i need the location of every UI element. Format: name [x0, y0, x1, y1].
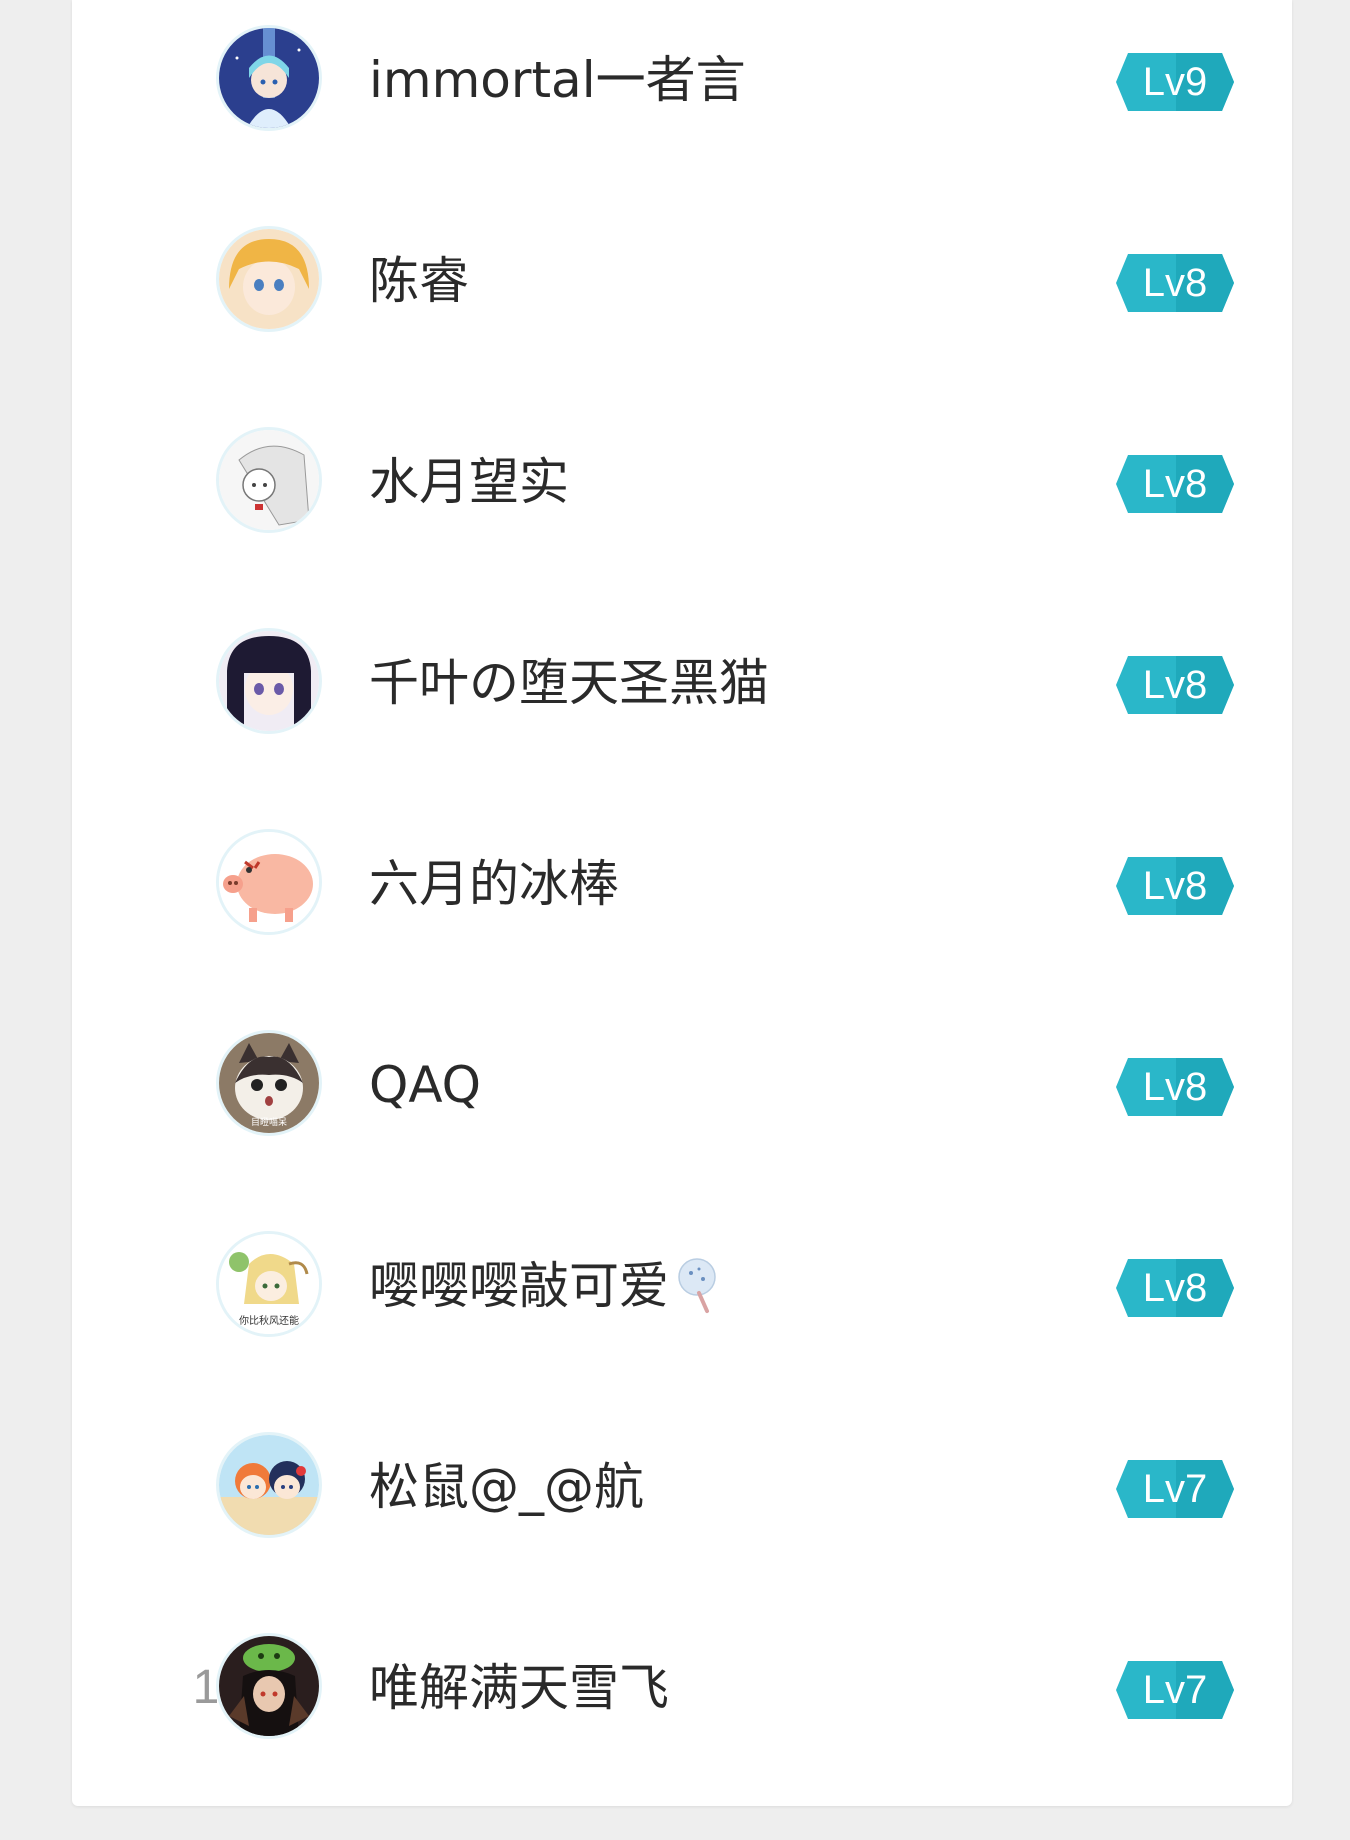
leaderboard-row[interactable]: 9 松鼠@_@航 Lv7 [72, 1394, 1292, 1594]
username[interactable]: 嘤嘤嘤敲可爱 [369, 1251, 721, 1321]
leaderboard-row[interactable]: 4 水月望实 Lv8 [72, 389, 1292, 589]
avatar-caption: 目瞪喵呆 [251, 1116, 287, 1128]
avatar-caption: 你比秋风还能 [239, 1314, 299, 1327]
level-text: Lv7 [1142, 1668, 1208, 1712]
level-badge: Lv8 [1116, 455, 1234, 513]
level-text: Lv8 [1142, 1266, 1208, 1310]
chibi-character-avatar-icon: 你比秋风还能 [219, 1234, 319, 1334]
hand-fan-icon [677, 1257, 721, 1315]
level-badge: Lv7 [1116, 1460, 1234, 1518]
leaderboard-row[interactable]: 5 千叶の堕天圣黑猫 Lv8 [72, 590, 1292, 790]
two-chibi-kids-avatar-icon [219, 1435, 319, 1535]
leaderboard-row[interactable]: 6 六月的冰棒 Lv8 [72, 791, 1292, 991]
leaderboard-row[interactable]: 8 你比秋风还能 嘤嘤嘤敲可爱 [72, 1193, 1292, 1393]
avatar[interactable] [216, 427, 322, 533]
avatar[interactable] [216, 1432, 322, 1538]
level-badge: Lv8 [1116, 857, 1234, 915]
username-text: 嘤嘤嘤敲可爱 [369, 1257, 669, 1315]
level-text: Lv9 [1142, 60, 1208, 104]
username[interactable]: 六月的冰棒 [369, 849, 619, 919]
leaderboard-row[interactable]: 10 唯解满天雪飞 Lv7 [72, 1595, 1292, 1795]
level-badge: Lv8 [1116, 254, 1234, 312]
username[interactable]: 唯解满天雪飞 [369, 1653, 669, 1723]
level-badge: Lv7 [1116, 1661, 1234, 1719]
level-text: Lv8 [1142, 864, 1208, 908]
dark-fantasy-girl-avatar-icon [219, 1636, 319, 1736]
username[interactable]: 陈睿 [369, 246, 469, 316]
avatar[interactable]: 目瞪喵呆 [216, 1030, 322, 1136]
leaderboard-row[interactable]: 3 陈睿 Lv8 [72, 188, 1292, 388]
level-badge: Lv8 [1116, 1058, 1234, 1116]
level-badge: Lv8 [1116, 1259, 1234, 1317]
dark-hair-anime-girl-avatar-icon [219, 631, 319, 731]
pink-pig-avatar-icon [219, 832, 319, 932]
leaderboard-card: 2 immortal一者言 Lv9 3 [72, 0, 1292, 1806]
username[interactable]: QAQ [369, 1050, 481, 1120]
blonde-anime-girl-avatar-icon [219, 229, 319, 329]
username[interactable]: 松鼠@_@航 [369, 1452, 644, 1522]
avatar[interactable] [216, 25, 322, 131]
level-text: Lv8 [1142, 1065, 1208, 1109]
username[interactable]: 千叶の堕天圣黑猫 [369, 648, 769, 718]
level-badge: Lv8 [1116, 656, 1234, 714]
avatar[interactable] [216, 226, 322, 332]
level-text: Lv8 [1142, 462, 1208, 506]
username[interactable]: immortal一者言 [369, 45, 746, 115]
username[interactable]: 水月望实 [369, 447, 569, 517]
level-badge: Lv9 [1116, 53, 1234, 111]
level-text: Lv8 [1142, 261, 1208, 305]
blue-anime-girl-avatar-icon [219, 28, 319, 128]
avatar[interactable]: 你比秋风还能 [216, 1231, 322, 1337]
leaderboard-row[interactable]: 7 目瞪喵呆 QAQ Lv8 [72, 992, 1292, 1192]
surprised-cat-avatar-icon: 目瞪喵呆 [219, 1033, 319, 1133]
sketch-anime-girl-avatar-icon [219, 430, 319, 530]
level-text: Lv7 [1142, 1467, 1208, 1511]
leaderboard-row[interactable]: 2 immortal一者言 Lv9 [72, 0, 1292, 187]
avatar[interactable] [216, 829, 322, 935]
avatar[interactable] [216, 628, 322, 734]
avatar[interactable] [216, 1633, 322, 1739]
level-text: Lv8 [1142, 663, 1208, 707]
